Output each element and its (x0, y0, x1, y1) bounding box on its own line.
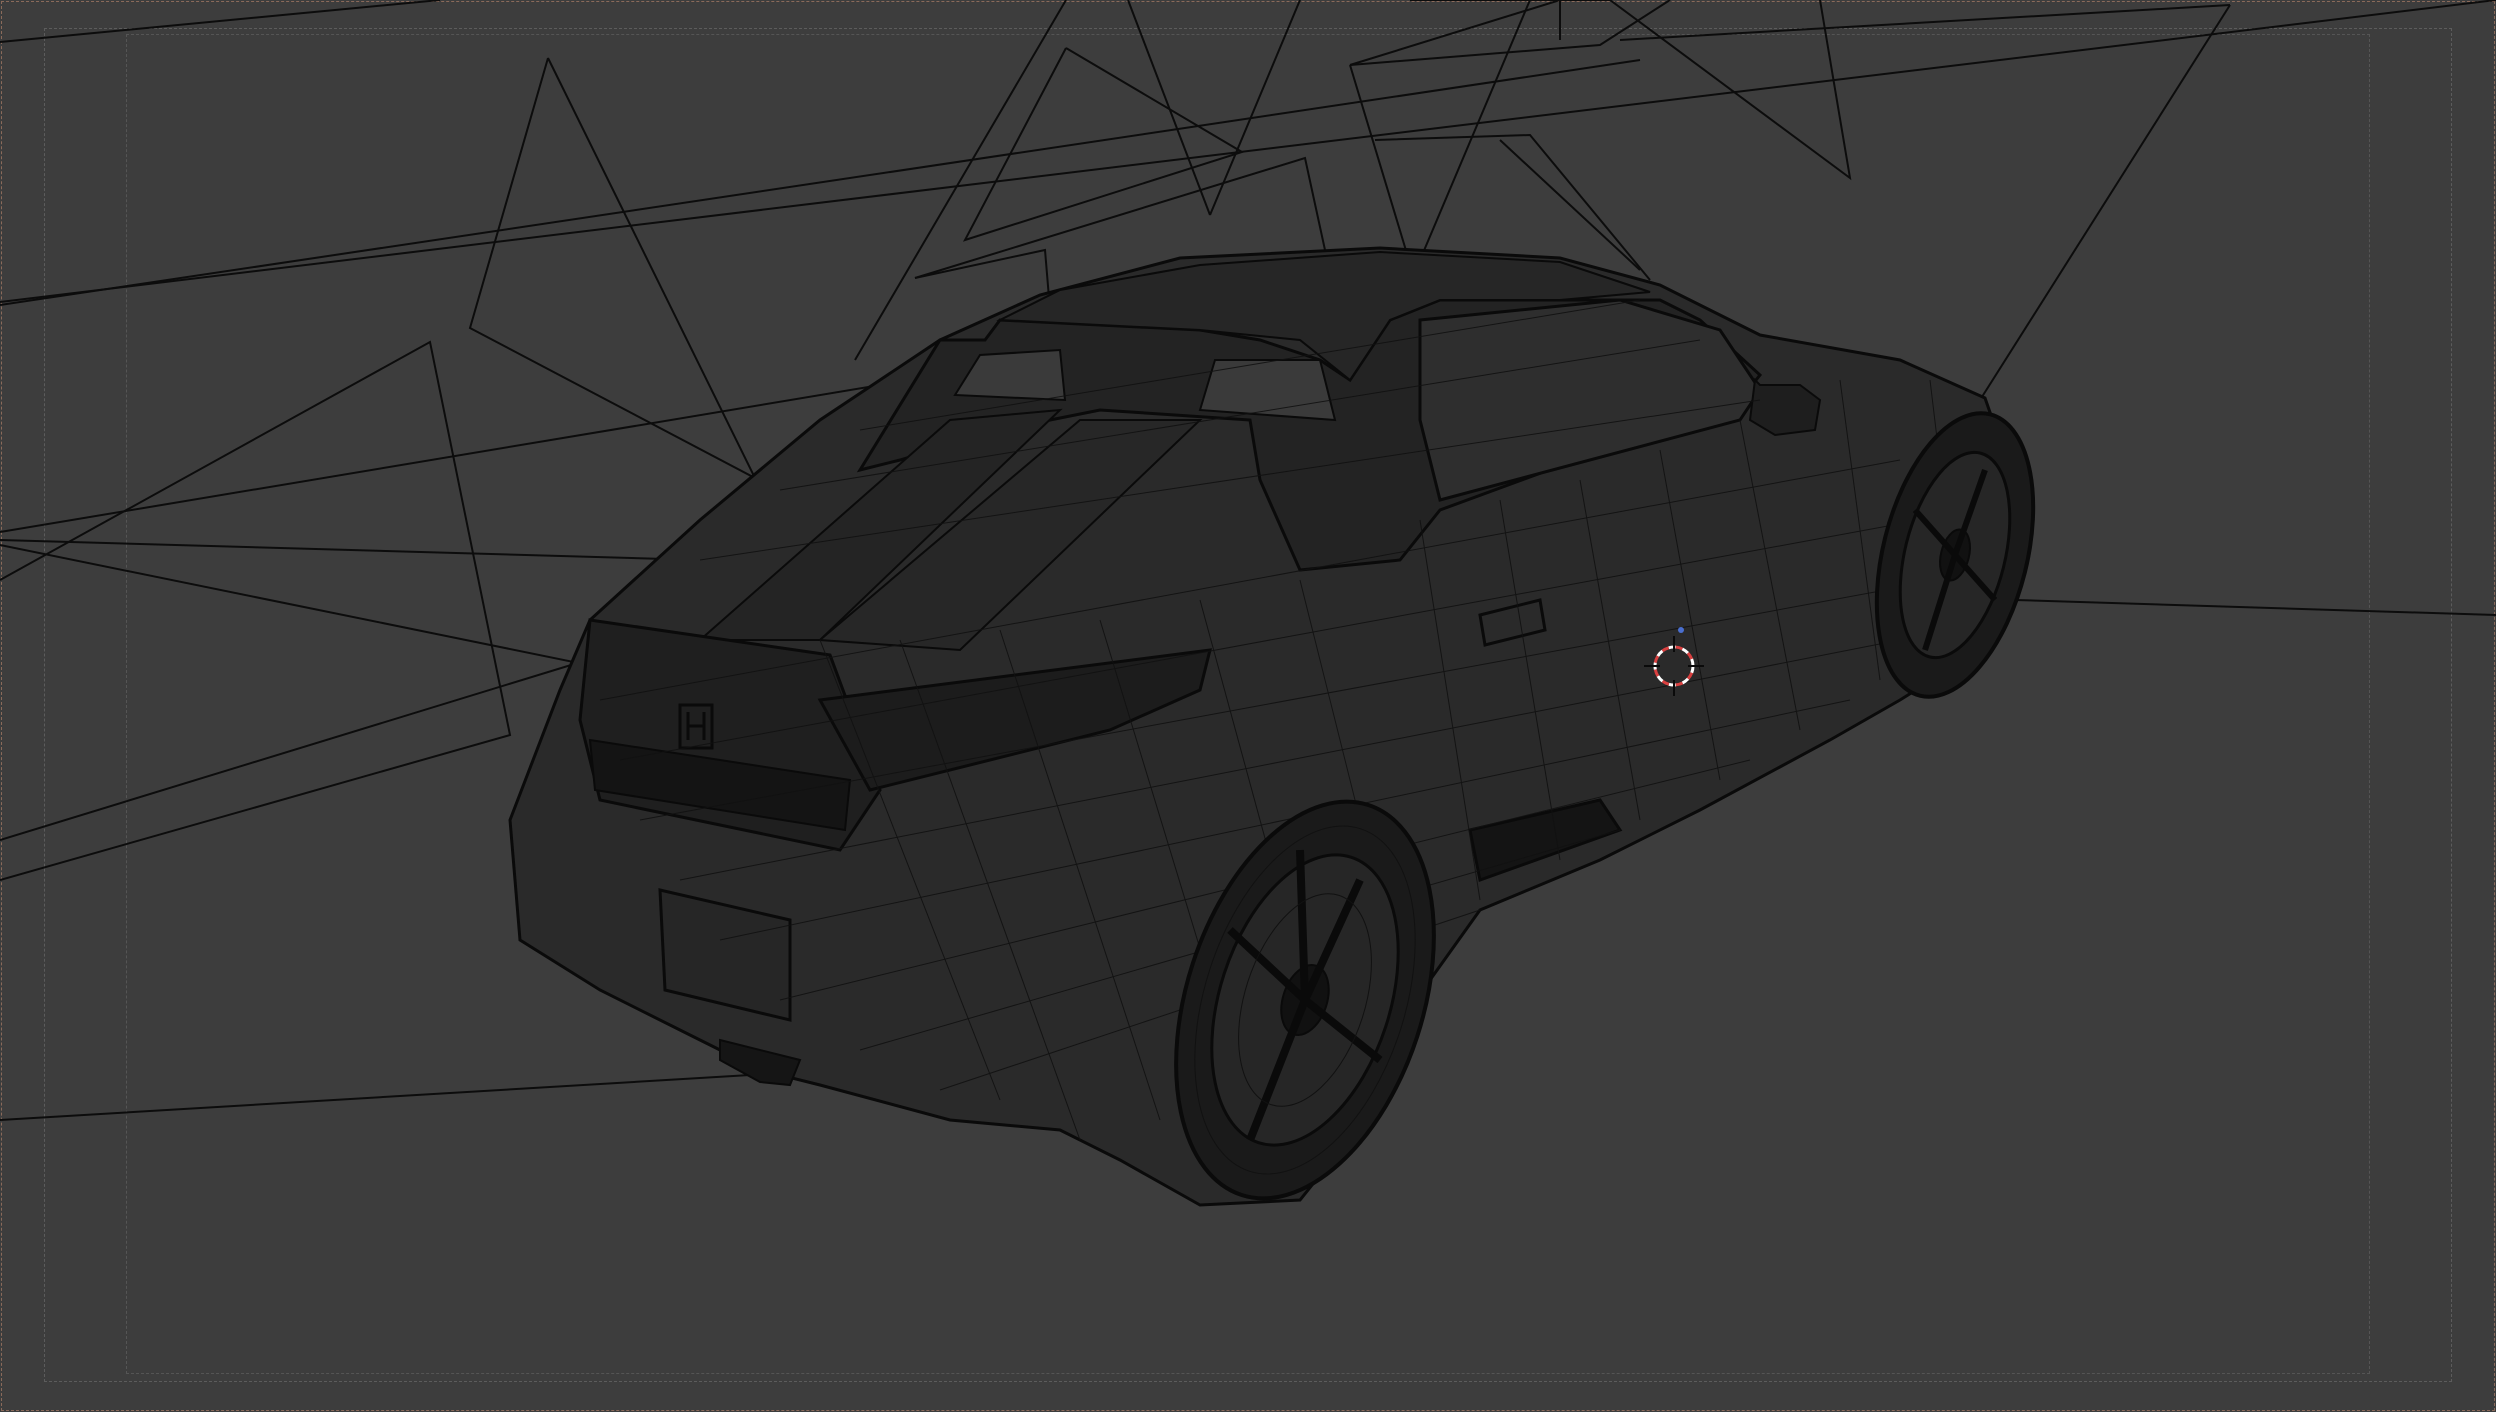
3d-viewport[interactable] (0, 0, 2496, 1412)
car-wireframe-icon[interactable] (508, 246, 2060, 1231)
scene-svg (0, 0, 2496, 1231)
